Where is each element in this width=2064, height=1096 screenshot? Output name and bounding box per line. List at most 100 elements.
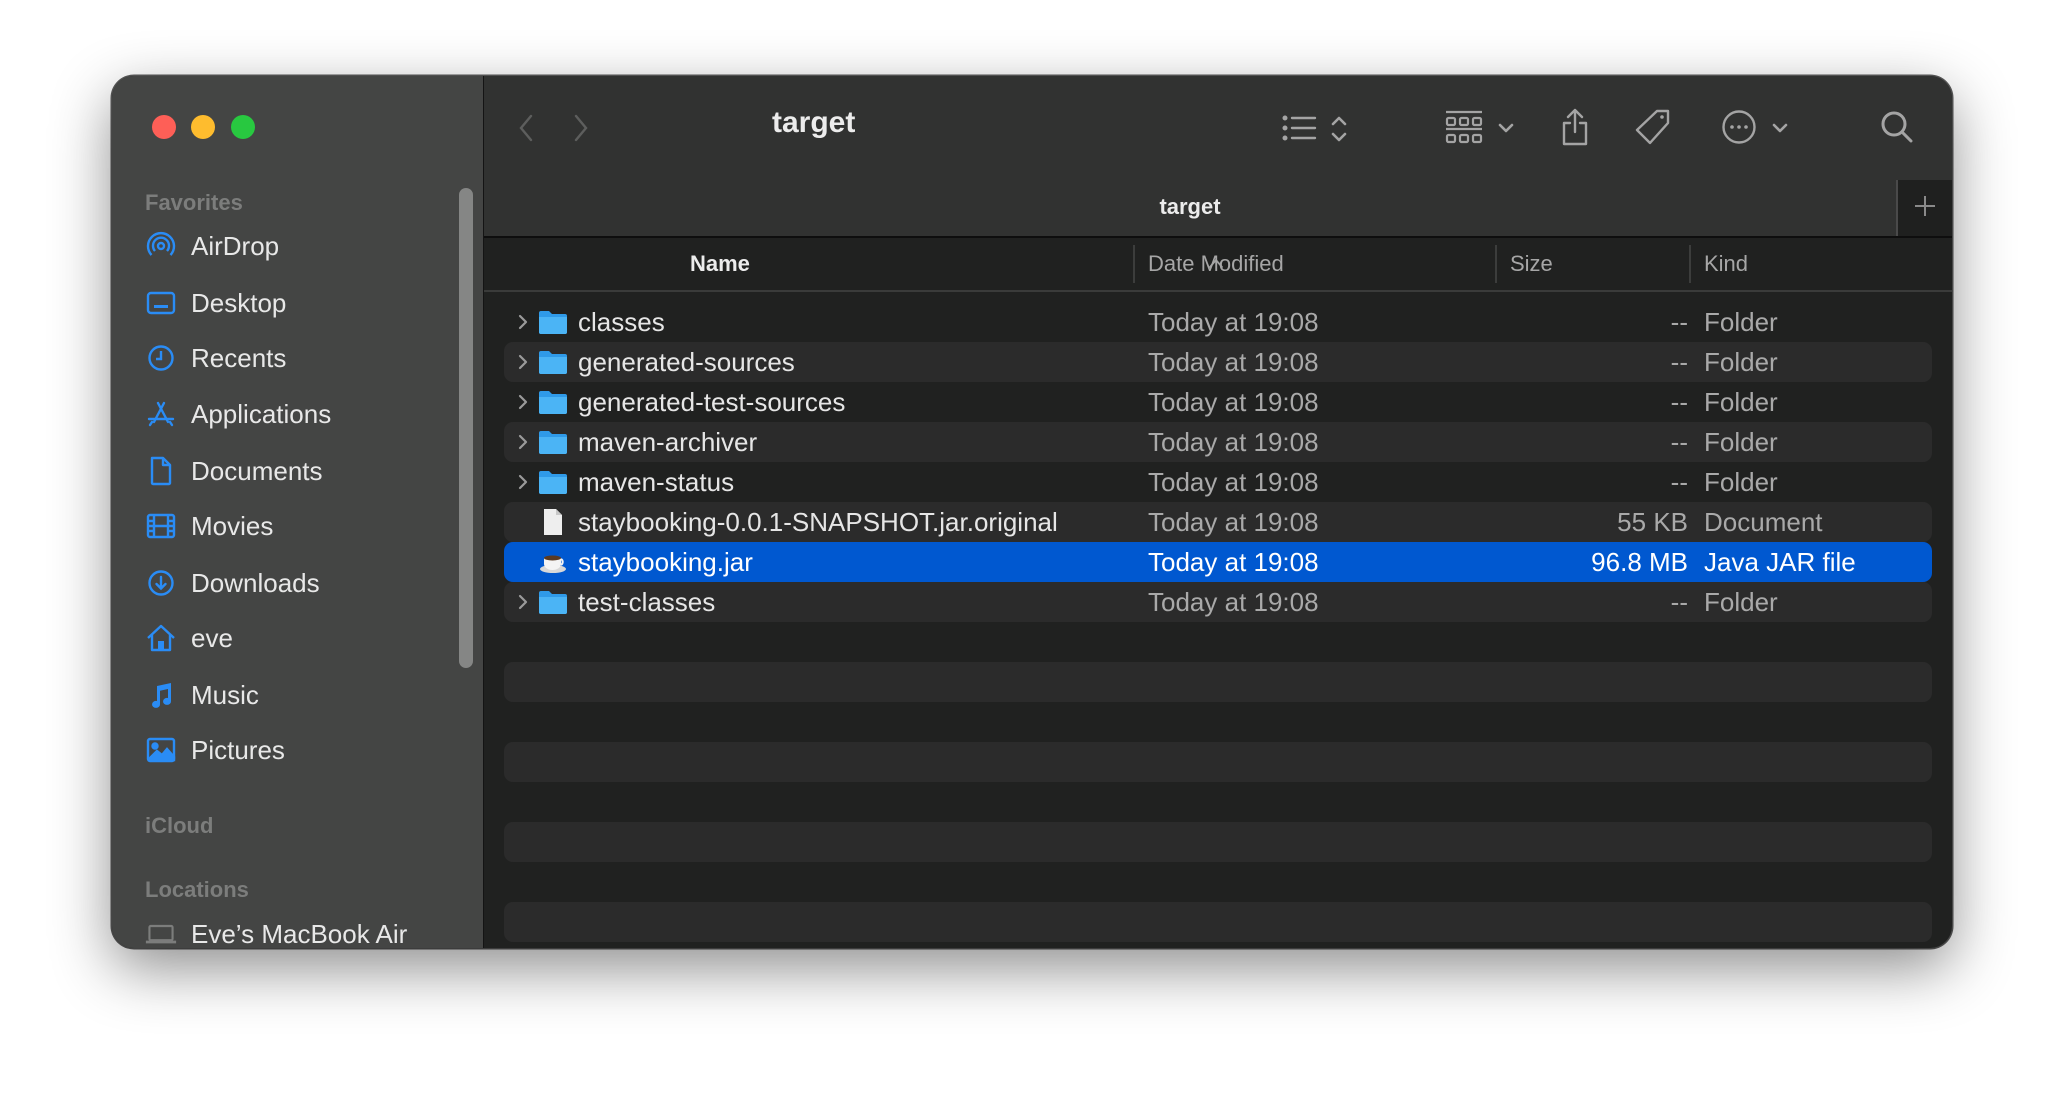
sidebar-item-music[interactable]: Music	[145, 675, 259, 715]
sidebar-scrollbar[interactable]	[459, 188, 473, 668]
sidebar-item-recents[interactable]: Recents	[145, 338, 286, 378]
disclosure-chevron-icon[interactable]	[516, 350, 530, 374]
file-row[interactable]: staybooking-0.0.1-SNAPSHOT.jar.original T…	[504, 502, 1932, 542]
file-size: --	[1670, 426, 1688, 457]
sidebar-section-locations[interactable]: Locations	[145, 877, 249, 903]
file-date-modified: Today at 19:08	[1148, 506, 1319, 537]
document-icon	[145, 455, 177, 487]
ellipsis-circle-icon[interactable]	[1720, 108, 1758, 146]
file-size: 96.8 MB	[1591, 546, 1688, 577]
disclosure-chevron-icon[interactable]	[516, 390, 530, 414]
sidebar-item-airdrop[interactable]: AirDrop	[145, 226, 279, 266]
file-size: --	[1670, 586, 1688, 617]
chevron-down-icon[interactable]	[1770, 120, 1790, 136]
column-header-date-modified[interactable]: Date Modified	[1148, 251, 1284, 277]
file-name: staybooking-0.0.1-SNAPSHOT.jar.original	[578, 506, 1058, 537]
download-icon	[145, 567, 177, 599]
file-name: generated-sources	[578, 346, 795, 377]
folder-icon	[538, 469, 568, 495]
folder-icon	[538, 389, 568, 415]
file-date-modified: Today at 19:08	[1148, 306, 1319, 337]
sort-chevrons-icon[interactable]	[1328, 114, 1350, 144]
column-header-size[interactable]: Size	[1510, 251, 1553, 277]
file-row[interactable]: test-classes Today at 19:08 -- Folder	[504, 582, 1932, 622]
file-kind: Java JAR file	[1704, 546, 1856, 577]
file-name: maven-status	[578, 466, 735, 497]
file-kind: Folder	[1704, 346, 1778, 377]
tab-bar: target	[484, 180, 1952, 238]
applications-icon	[145, 398, 177, 430]
sidebar-item-movies[interactable]: Movies	[145, 506, 273, 546]
file-size: 55 KB	[1617, 506, 1688, 537]
tag-icon[interactable]	[1632, 106, 1674, 148]
chevron-left-icon[interactable]	[514, 110, 538, 146]
java-jar-icon	[538, 549, 568, 575]
disclosure-chevron-icon[interactable]	[516, 310, 530, 334]
disclosure-chevron-icon[interactable]	[516, 590, 530, 614]
share-icon[interactable]	[1558, 106, 1592, 148]
disclosure-chevron-icon[interactable]	[516, 470, 530, 494]
file-row[interactable]: generated-sources Today at 19:08 -- Folder	[504, 342, 1932, 382]
sidebar-item-desktop[interactable]: Desktop	[145, 283, 286, 323]
close-button[interactable]	[152, 115, 176, 139]
minimize-button[interactable]	[191, 115, 215, 139]
plus-icon	[1914, 195, 1936, 222]
file-kind: Folder	[1704, 306, 1778, 337]
folder-icon	[538, 309, 568, 335]
file-row[interactable]: staybooking.jar Today at 19:08 96.8 MB Java…	[504, 542, 1932, 582]
new-tab-button[interactable]	[1896, 180, 1952, 236]
column-header-name[interactable]: Name	[690, 251, 750, 277]
file-name: staybooking.jar	[578, 546, 753, 577]
zoom-button[interactable]	[231, 115, 255, 139]
column-divider[interactable]	[1133, 245, 1135, 283]
column-header-kind[interactable]: Kind	[1704, 251, 1748, 277]
file-size: --	[1670, 306, 1688, 337]
photo-icon	[145, 734, 177, 766]
file-kind: Folder	[1704, 426, 1778, 457]
file-size: --	[1670, 386, 1688, 417]
file-kind: Folder	[1704, 586, 1778, 617]
file-row[interactable]: classes Today at 19:08 -- Folder	[504, 302, 1932, 342]
list-view-icon[interactable]	[1280, 112, 1320, 144]
tab-target[interactable]: target	[484, 194, 1896, 220]
chevron-right-icon[interactable]	[569, 110, 593, 146]
home-icon	[145, 622, 177, 654]
column-divider[interactable]	[1689, 245, 1691, 283]
file-date-modified: Today at 19:08	[1148, 386, 1319, 417]
empty-row-stripe	[504, 742, 1932, 782]
document-icon	[538, 509, 568, 535]
file-name: generated-test-sources	[578, 386, 846, 417]
file-row[interactable]: generated-test-sources Today at 19:08 -- Fo…	[504, 382, 1932, 422]
disclosure-chevron-icon[interactable]	[516, 430, 530, 454]
sidebar-item-eve[interactable]: eve	[145, 618, 233, 658]
empty-row-stripe	[504, 662, 1932, 702]
sidebar-item-pictures[interactable]: Pictures	[145, 730, 285, 770]
clock-icon	[145, 342, 177, 374]
file-row[interactable]: maven-archiver Today at 19:08 -- Folder	[504, 422, 1932, 462]
sidebar-item-macbook[interactable]: Eve’s MacBook Air	[145, 914, 407, 948]
empty-row-stripe	[504, 822, 1932, 862]
sidebar-item-documents[interactable]: Documents	[145, 451, 323, 491]
column-divider[interactable]	[1495, 245, 1497, 283]
group-grid-icon[interactable]	[1444, 108, 1484, 148]
search-icon[interactable]	[1878, 108, 1916, 146]
folder-icon	[538, 349, 568, 375]
file-name: maven-archiver	[578, 426, 758, 457]
chevron-down-icon[interactable]	[1496, 120, 1516, 136]
file-row[interactable]: maven-status Today at 19:08 -- Folder	[504, 462, 1932, 502]
file-date-modified: Today at 19:08	[1148, 426, 1319, 457]
file-size: --	[1670, 466, 1688, 497]
sidebar-item-applications[interactable]: Applications	[145, 394, 331, 434]
sidebar-section-favorites: Favorites	[145, 190, 243, 215]
music-note-icon	[145, 679, 177, 711]
laptop-icon	[145, 918, 177, 948]
file-date-modified: Today at 19:08	[1148, 586, 1319, 617]
desktop-icon	[145, 287, 177, 319]
sidebar-item-downloads[interactable]: Downloads	[145, 563, 320, 603]
finder-window: Favorites AirDrop Desktop Recents Applic…	[112, 76, 1952, 948]
sidebar: Favorites AirDrop Desktop Recents Applic…	[112, 76, 484, 948]
file-date-modified: Today at 19:08	[1148, 346, 1319, 377]
folder-icon	[538, 589, 568, 615]
sidebar-section-icloud[interactable]: iCloud	[145, 813, 213, 839]
window-title: target	[772, 106, 856, 139]
